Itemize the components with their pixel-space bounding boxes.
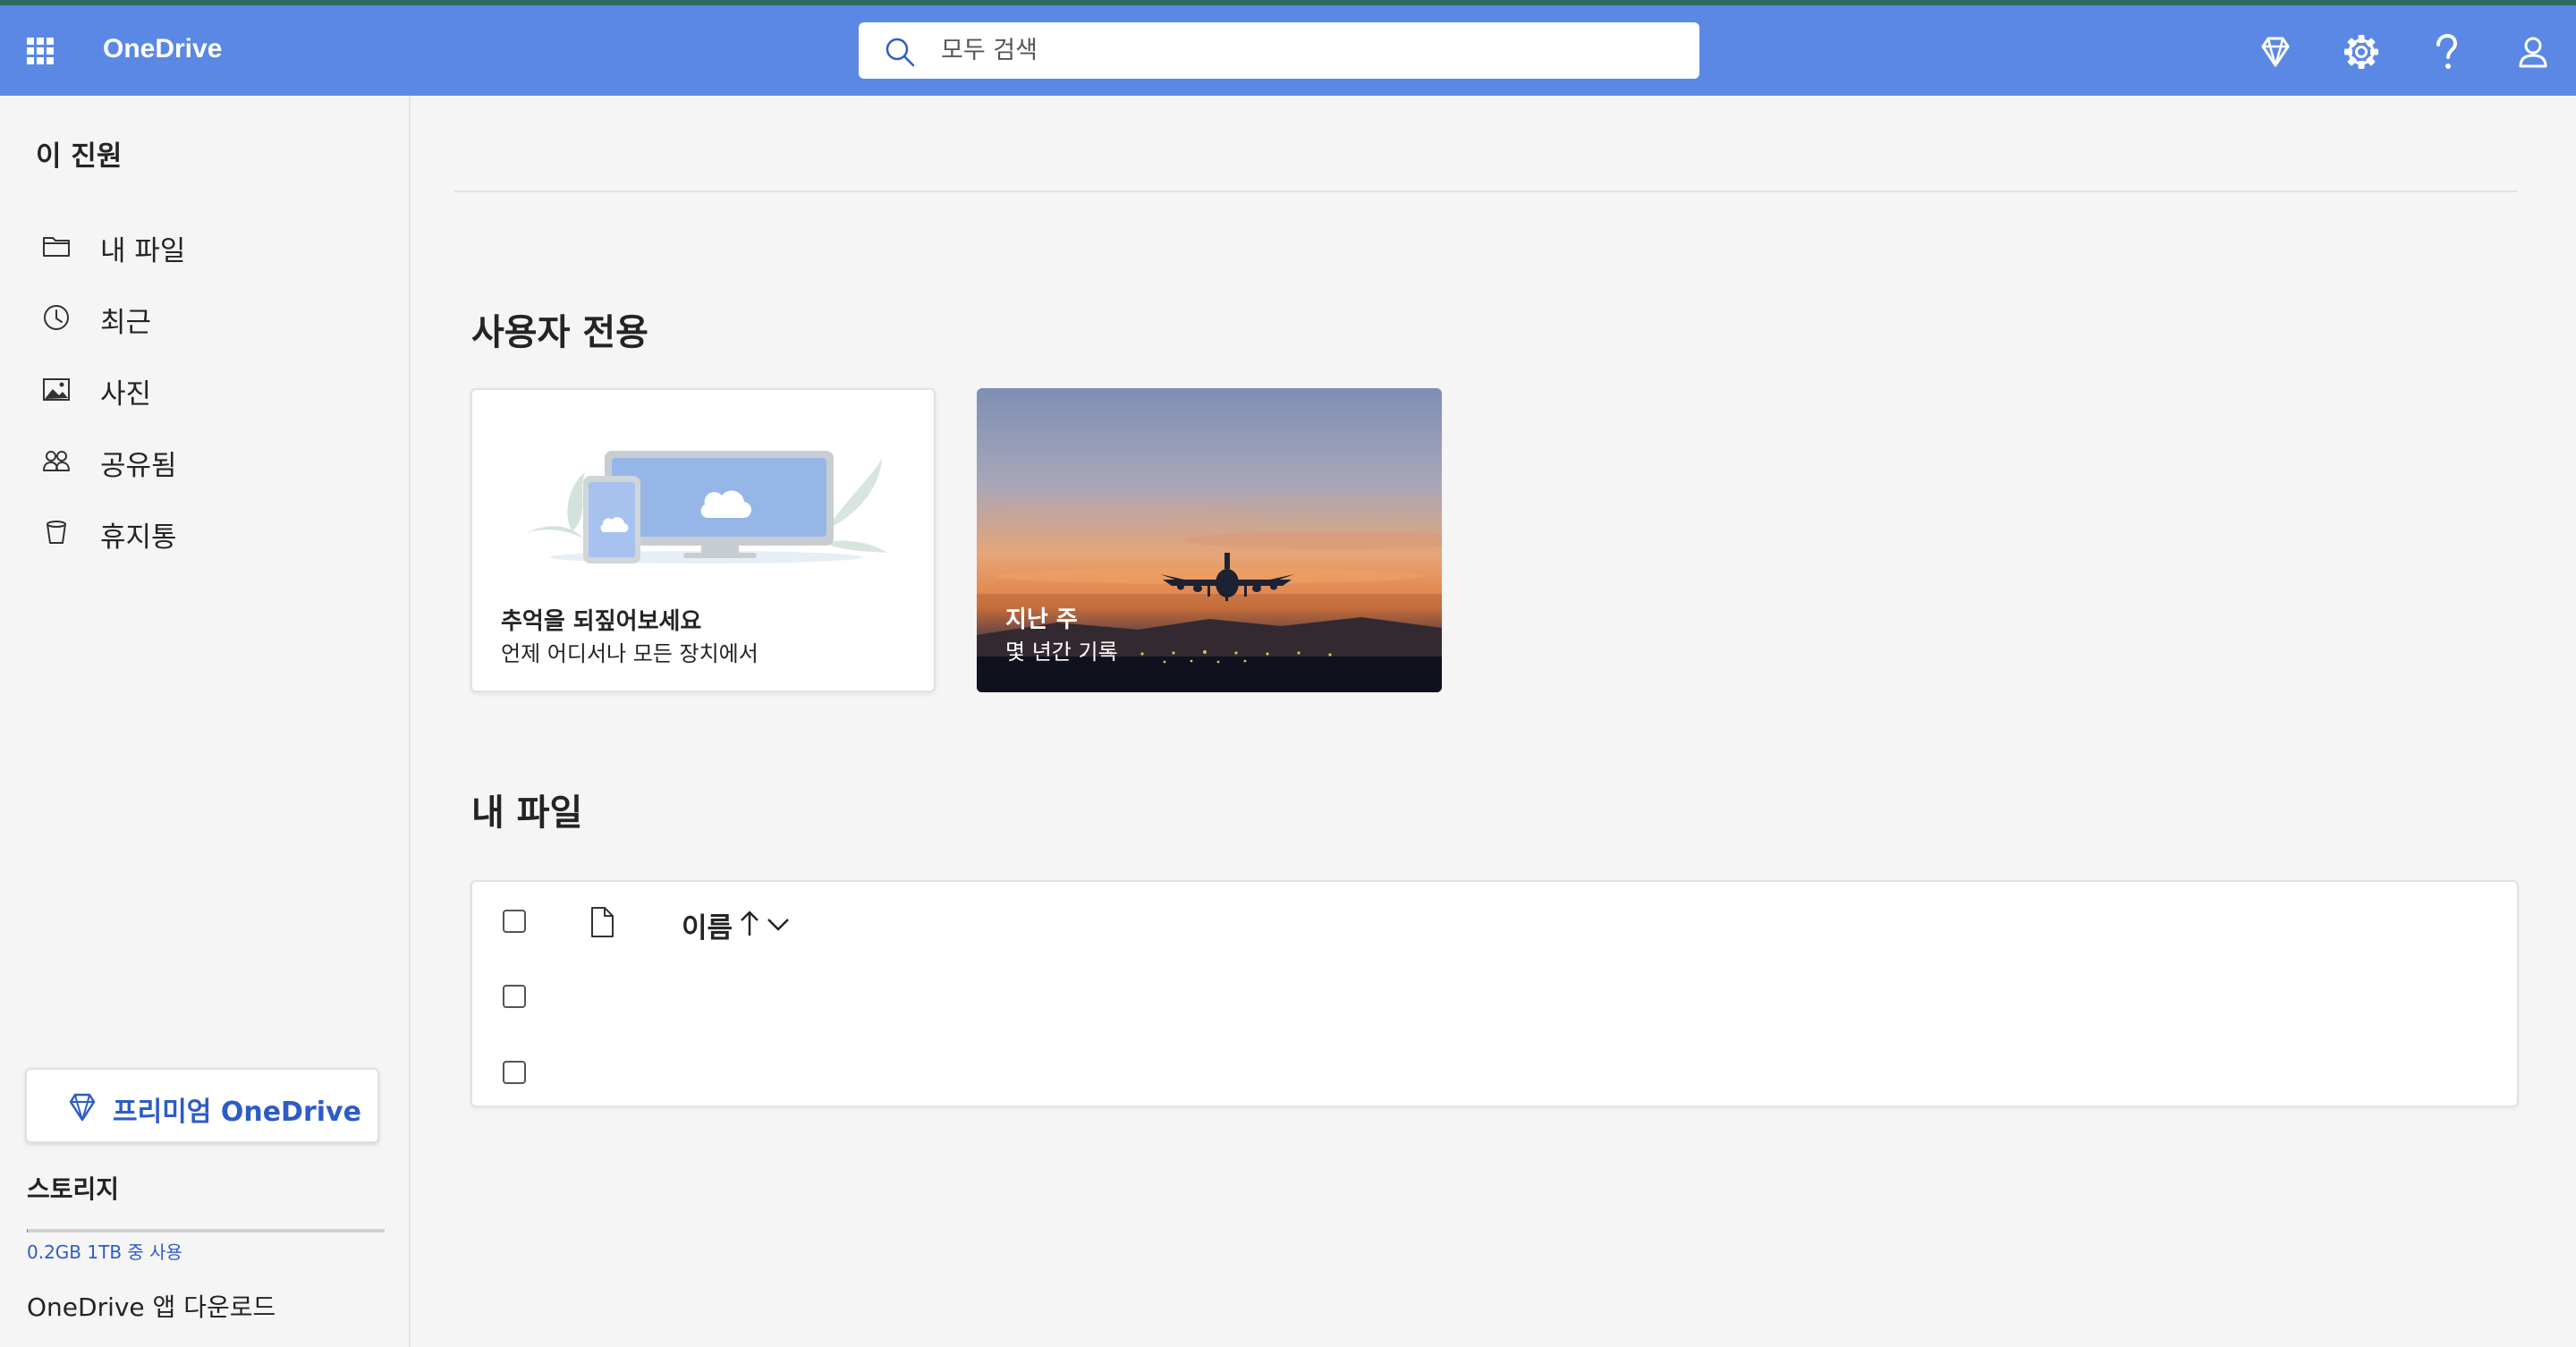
help-question-icon[interactable] [2425, 30, 2468, 73]
user-name: 이 진원 [36, 140, 123, 173]
search-icon [886, 38, 915, 67]
search-box[interactable] [859, 22, 1699, 79]
name-column-header[interactable]: 이름 [682, 905, 733, 945]
brand-title[interactable]: OneDrive [103, 34, 222, 64]
memories-card-subtitle: 언제 어디서나 모든 장치에서 [501, 641, 758, 666]
storage-usage-link[interactable]: 0.2GB 1TB 중 사용 [27, 1238, 182, 1264]
sidebar-item-label: 사진 [100, 378, 152, 411]
sort-ascending-chevron-icon[interactable] [737, 907, 809, 939]
last-week-card-title: 지난 주 [1005, 606, 1078, 633]
sidebar-item-recycle-bin[interactable]: 휴지통 [36, 505, 376, 559]
last-week-card-subtitle: 몇 년간 기록 [1005, 640, 1118, 665]
sidebar-item-photos[interactable]: 사진 [36, 362, 376, 416]
sidebar-item-my-files[interactable]: 내 파일 [36, 219, 376, 273]
trash-icon [47, 521, 66, 544]
memories-card-title: 추억을 되짚어보세요 [501, 608, 702, 635]
search-input[interactable] [941, 22, 1674, 79]
clock-icon [44, 305, 69, 330]
sidebar-item-label: 공유됨 [100, 450, 177, 482]
file-list-panel: 이름 [470, 880, 2519, 1107]
sidebar-item-label: 최근 [100, 307, 152, 339]
for-you-heading: 사용자 전용 [471, 312, 648, 353]
sidebar: 이 진원 내 파일 최근 사진 공유됨 휴지통 프리미엄 OneDrive 스토… [0, 96, 411, 1347]
download-app-link[interactable]: OneDrive 앱 다운로드 [27, 1288, 275, 1324]
storage-title: 스토리지 [27, 1174, 120, 1204]
premium-label: 프리미엄 OneDrive [113, 1097, 361, 1128]
diamond-icon [69, 1093, 96, 1122]
content-divider [454, 191, 2517, 192]
sidebar-item-recent[interactable]: 최근 [36, 291, 376, 344]
app-launcher-icon[interactable] [27, 38, 54, 64]
top-bar: OneDrive [0, 5, 2576, 96]
sidebar-item-label: 휴지통 [100, 521, 177, 554]
sidebar-item-shared[interactable]: 공유됨 [36, 434, 376, 487]
sidebar-item-label: 내 파일 [100, 235, 186, 267]
devices-illustration [526, 451, 887, 563]
select-all-checkbox[interactable] [503, 910, 526, 933]
last-week-card[interactable]: 지난 주 몇 년간 기록 [977, 388, 1442, 692]
storage-progress-bar [27, 1229, 385, 1233]
premium-onedrive-button[interactable]: 프리미엄 OneDrive [25, 1068, 379, 1143]
file-type-icon [591, 907, 614, 937]
premium-diamond-icon[interactable] [2254, 30, 2297, 73]
people-icon [43, 451, 70, 471]
image-icon [43, 378, 70, 401]
row-checkbox[interactable] [503, 1061, 526, 1084]
memories-card[interactable]: 추억을 되짚어보세요 언제 어디서나 모든 장치에서 [470, 388, 936, 692]
my-files-heading: 내 파일 [471, 792, 583, 834]
row-checkbox[interactable] [503, 985, 526, 1008]
account-person-icon[interactable] [2512, 30, 2555, 73]
folder-icon [43, 237, 70, 257]
settings-gear-icon[interactable] [2340, 30, 2383, 73]
